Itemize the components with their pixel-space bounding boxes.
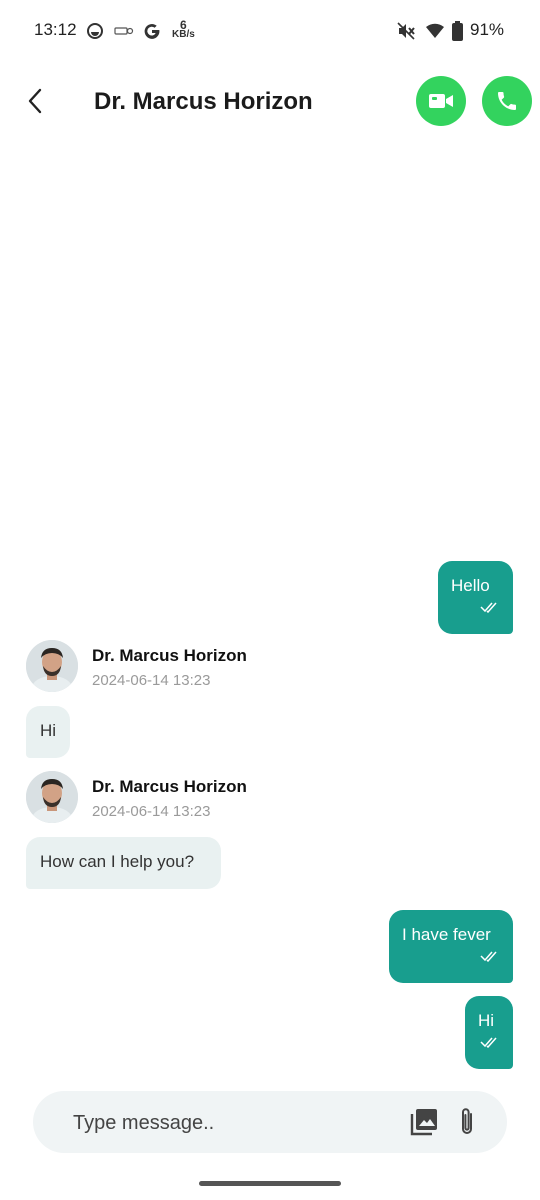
message-bubble-outgoing[interactable]: I have fever: [389, 910, 513, 983]
sender-name: Dr. Marcus Horizon: [92, 777, 247, 796]
avatar[interactable]: [26, 640, 78, 692]
chat-header: Dr. Marcus Horizon: [0, 64, 540, 138]
message-text: Hi: [40, 721, 57, 740]
voice-call-button[interactable]: [482, 76, 532, 126]
sender-info: Dr. Marcus Horizon 2024-06-14 13:23: [26, 640, 326, 692]
sender-info: Dr. Marcus Horizon 2024-06-14 13:23: [26, 771, 326, 823]
gallery-button[interactable]: [410, 1108, 438, 1136]
page-title: Dr. Marcus Horizon: [94, 88, 313, 115]
message-composer: [33, 1091, 507, 1153]
status-bar: 13:12 6 KB/s 91%: [0, 0, 540, 64]
attach-button[interactable]: [455, 1106, 479, 1138]
image-gallery-icon: [410, 1109, 437, 1136]
message-bubble-outgoing[interactable]: Hello: [438, 561, 513, 634]
phone-icon: [498, 92, 516, 110]
back-button[interactable]: [22, 86, 50, 116]
double-check-icon: [451, 598, 500, 614]
paperclip-icon: [462, 1108, 472, 1134]
mute-icon: [396, 20, 416, 42]
message-text: Hello: [451, 576, 490, 595]
video-call-button[interactable]: [416, 76, 466, 126]
sender-name: Dr. Marcus Horizon: [92, 646, 247, 665]
chevron-left-icon: [28, 88, 42, 114]
message-timestamp: 2024-06-14 13:23: [92, 672, 211, 689]
message-text: Hi: [478, 1011, 495, 1030]
double-check-icon: [478, 1033, 500, 1049]
message-list: Hello Dr. Marcus Horizon 2024-06-14 13:2…: [0, 138, 540, 1078]
sim-icon: [114, 20, 134, 42]
status-time: 13:12: [34, 20, 77, 39]
wifi-icon: [425, 20, 445, 42]
message-text: How can I help you?: [40, 852, 195, 871]
video-camera-icon: [429, 94, 453, 108]
message-bubble-incoming[interactable]: How can I help you?: [26, 837, 221, 889]
message-bubble-outgoing[interactable]: Hi: [465, 996, 513, 1069]
message-bubble-incoming[interactable]: Hi: [26, 706, 70, 758]
message-text: I have fever: [402, 925, 491, 944]
home-indicator[interactable]: [199, 1181, 341, 1186]
message-input[interactable]: [71, 1103, 395, 1143]
message-timestamp: 2024-06-14 13:23: [92, 803, 211, 820]
network-speed: 6 KB/s: [172, 18, 195, 40]
data-saver-icon: [86, 20, 104, 42]
battery-percent: 91%: [470, 20, 505, 39]
double-check-icon: [402, 947, 500, 963]
battery-icon: [452, 20, 463, 42]
avatar[interactable]: [26, 771, 78, 823]
google-icon: [143, 20, 161, 42]
